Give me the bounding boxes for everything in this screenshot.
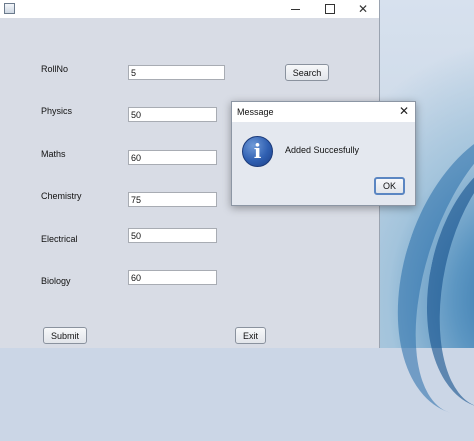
info-icon: i [242, 136, 273, 167]
dialog-title: Message [237, 107, 274, 117]
electrical-input[interactable] [128, 228, 217, 243]
dialog-close-button[interactable]: ✕ [399, 104, 409, 118]
title-bar: ✕ [0, 0, 379, 18]
search-button[interactable]: Search [285, 64, 329, 81]
message-dialog: Message ✕ i Added Succesfully OK [231, 101, 416, 206]
exit-button[interactable]: Exit [235, 327, 266, 344]
electrical-label: Electrical [41, 234, 78, 244]
rollno-label: RollNo [41, 64, 69, 74]
physics-input[interactable] [128, 107, 217, 122]
chemistry-input[interactable] [128, 192, 217, 207]
physics-label: Physics [41, 106, 73, 116]
maths-label: Maths [41, 149, 66, 159]
dialog-title-bar: Message ✕ [232, 102, 415, 122]
biology-label: Biology [41, 276, 71, 286]
dialog-message: Added Succesfully [285, 145, 360, 155]
maximize-button[interactable] [312, 0, 346, 18]
submit-button[interactable]: Submit [43, 327, 87, 344]
minimize-button[interactable] [278, 0, 312, 18]
close-button[interactable]: ✕ [346, 0, 380, 18]
java-app-icon [4, 3, 15, 14]
biology-input[interactable] [128, 270, 217, 285]
ok-button[interactable]: OK [374, 177, 405, 195]
chemistry-label: Chemistry [41, 191, 82, 201]
maths-input[interactable] [128, 150, 217, 165]
rollno-input[interactable] [128, 65, 225, 80]
